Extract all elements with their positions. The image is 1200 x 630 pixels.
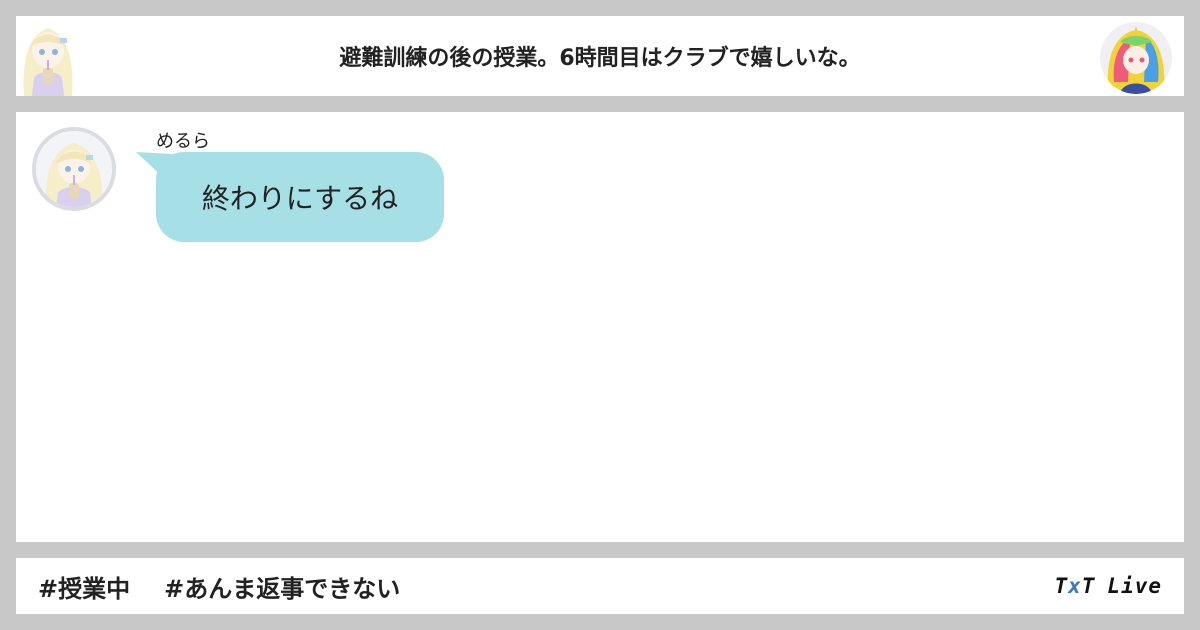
brand-logo: Tx T Live xyxy=(1054,558,1162,614)
brand-part: T xyxy=(1081,574,1096,598)
message-bubble: 終わりにするね xyxy=(156,152,444,242)
brand-part: Live xyxy=(1107,574,1162,598)
header-avatar-right xyxy=(1100,22,1172,94)
sender-name: めるら xyxy=(156,131,210,152)
header-bar: 避難訓練の後の授業。6時間目はクラブで嬉しいな。 xyxy=(16,16,1184,96)
avatar[interactable] xyxy=(32,127,116,211)
brand-part: T xyxy=(1054,574,1069,598)
hashtag[interactable]: #あんま返事できない xyxy=(164,569,400,604)
footer-bar: #授業中 #あんま返事できない Tx T Live xyxy=(16,558,1184,614)
hashtag-list: #授業中 #あんま返事できない xyxy=(38,558,400,614)
brand-part: x xyxy=(1068,574,1082,598)
character-avatar-icon xyxy=(36,131,112,207)
chat-area: めるら 終わりにするね xyxy=(16,112,1184,542)
hashtag[interactable]: #授業中 xyxy=(38,569,130,604)
page-title: 避難訓練の後の授業。6時間目はクラブで嬉しいな。 xyxy=(339,46,861,71)
character-icon xyxy=(1100,22,1172,94)
